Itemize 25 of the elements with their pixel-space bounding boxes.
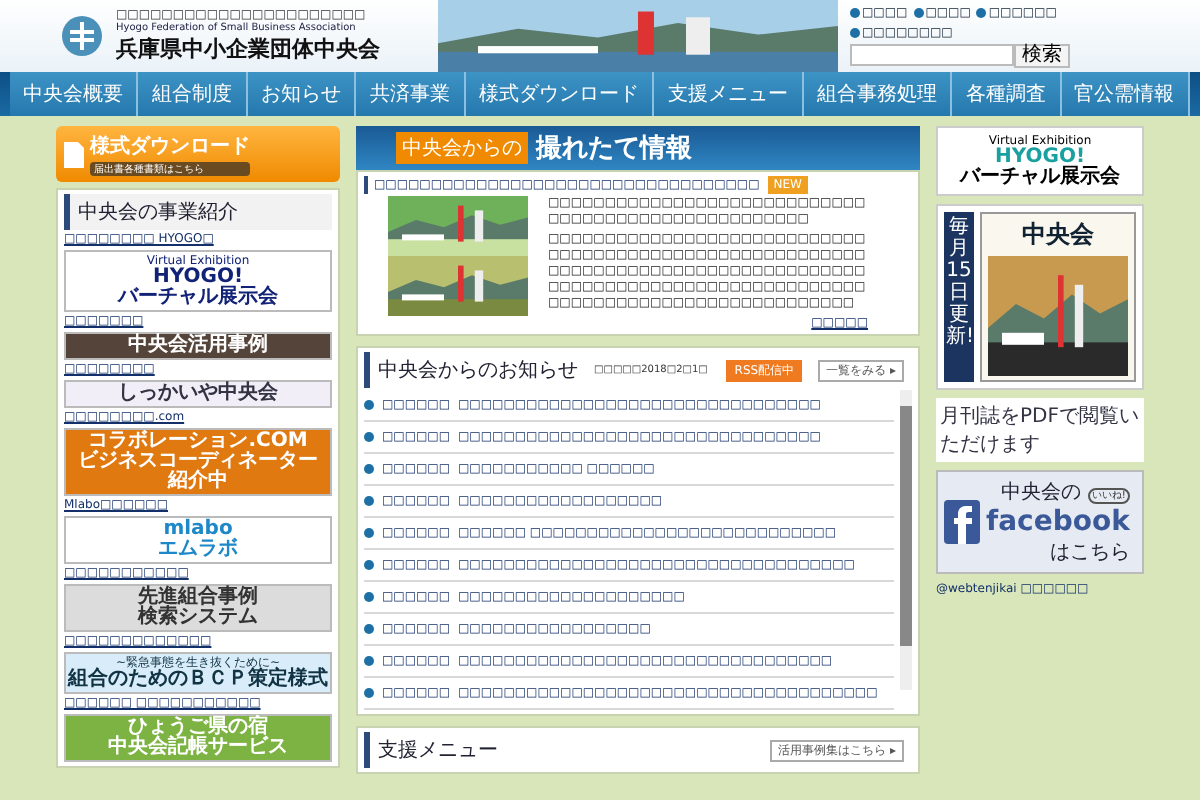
nav-item[interactable]: 組合事務処理: [803, 72, 953, 116]
feature-badge: 中央会からの: [396, 132, 528, 164]
nav-item[interactable]: 支援メニュー: [654, 72, 804, 116]
nav-item[interactable]: 中央会概要: [10, 72, 139, 116]
banner[interactable]: mlabo エムラボ: [64, 516, 332, 564]
organization-name: 兵庫県中小企業団体中央会: [116, 34, 382, 64]
nav-item[interactable]: 組合制度: [138, 72, 248, 116]
banner[interactable]: しっかいや中央会: [64, 380, 332, 408]
nav-item[interactable]: 官公需情報: [1061, 72, 1190, 116]
document-icon: [64, 141, 84, 167]
feature-title: 撮れたて情報: [536, 132, 692, 166]
scrollbar[interactable]: [900, 390, 912, 690]
search-field[interactable]: [850, 43, 1014, 65]
banner[interactable]: 中央会活用事例: [64, 332, 332, 360]
search-button[interactable]: 検索: [1014, 43, 1070, 67]
sidebar-title: 中央会の事業紹介: [64, 194, 332, 230]
banner[interactable]: 先進組合事例 検索システム: [64, 584, 332, 632]
nav-item[interactable]: 様式ダウンロード: [465, 72, 655, 116]
nav-item[interactable]: 共済事業: [356, 72, 466, 116]
nav-item[interactable]: 各種調査: [952, 72, 1061, 116]
news-title: 中央会からのお知らせ: [378, 357, 578, 384]
nav-item[interactable]: お知らせ: [247, 72, 357, 116]
logo-icon: [60, 14, 104, 58]
magazine-caption: 月刊誌をPDFで閲覧いただけます: [936, 398, 1144, 462]
support-title: 支援メニュー: [378, 737, 498, 764]
